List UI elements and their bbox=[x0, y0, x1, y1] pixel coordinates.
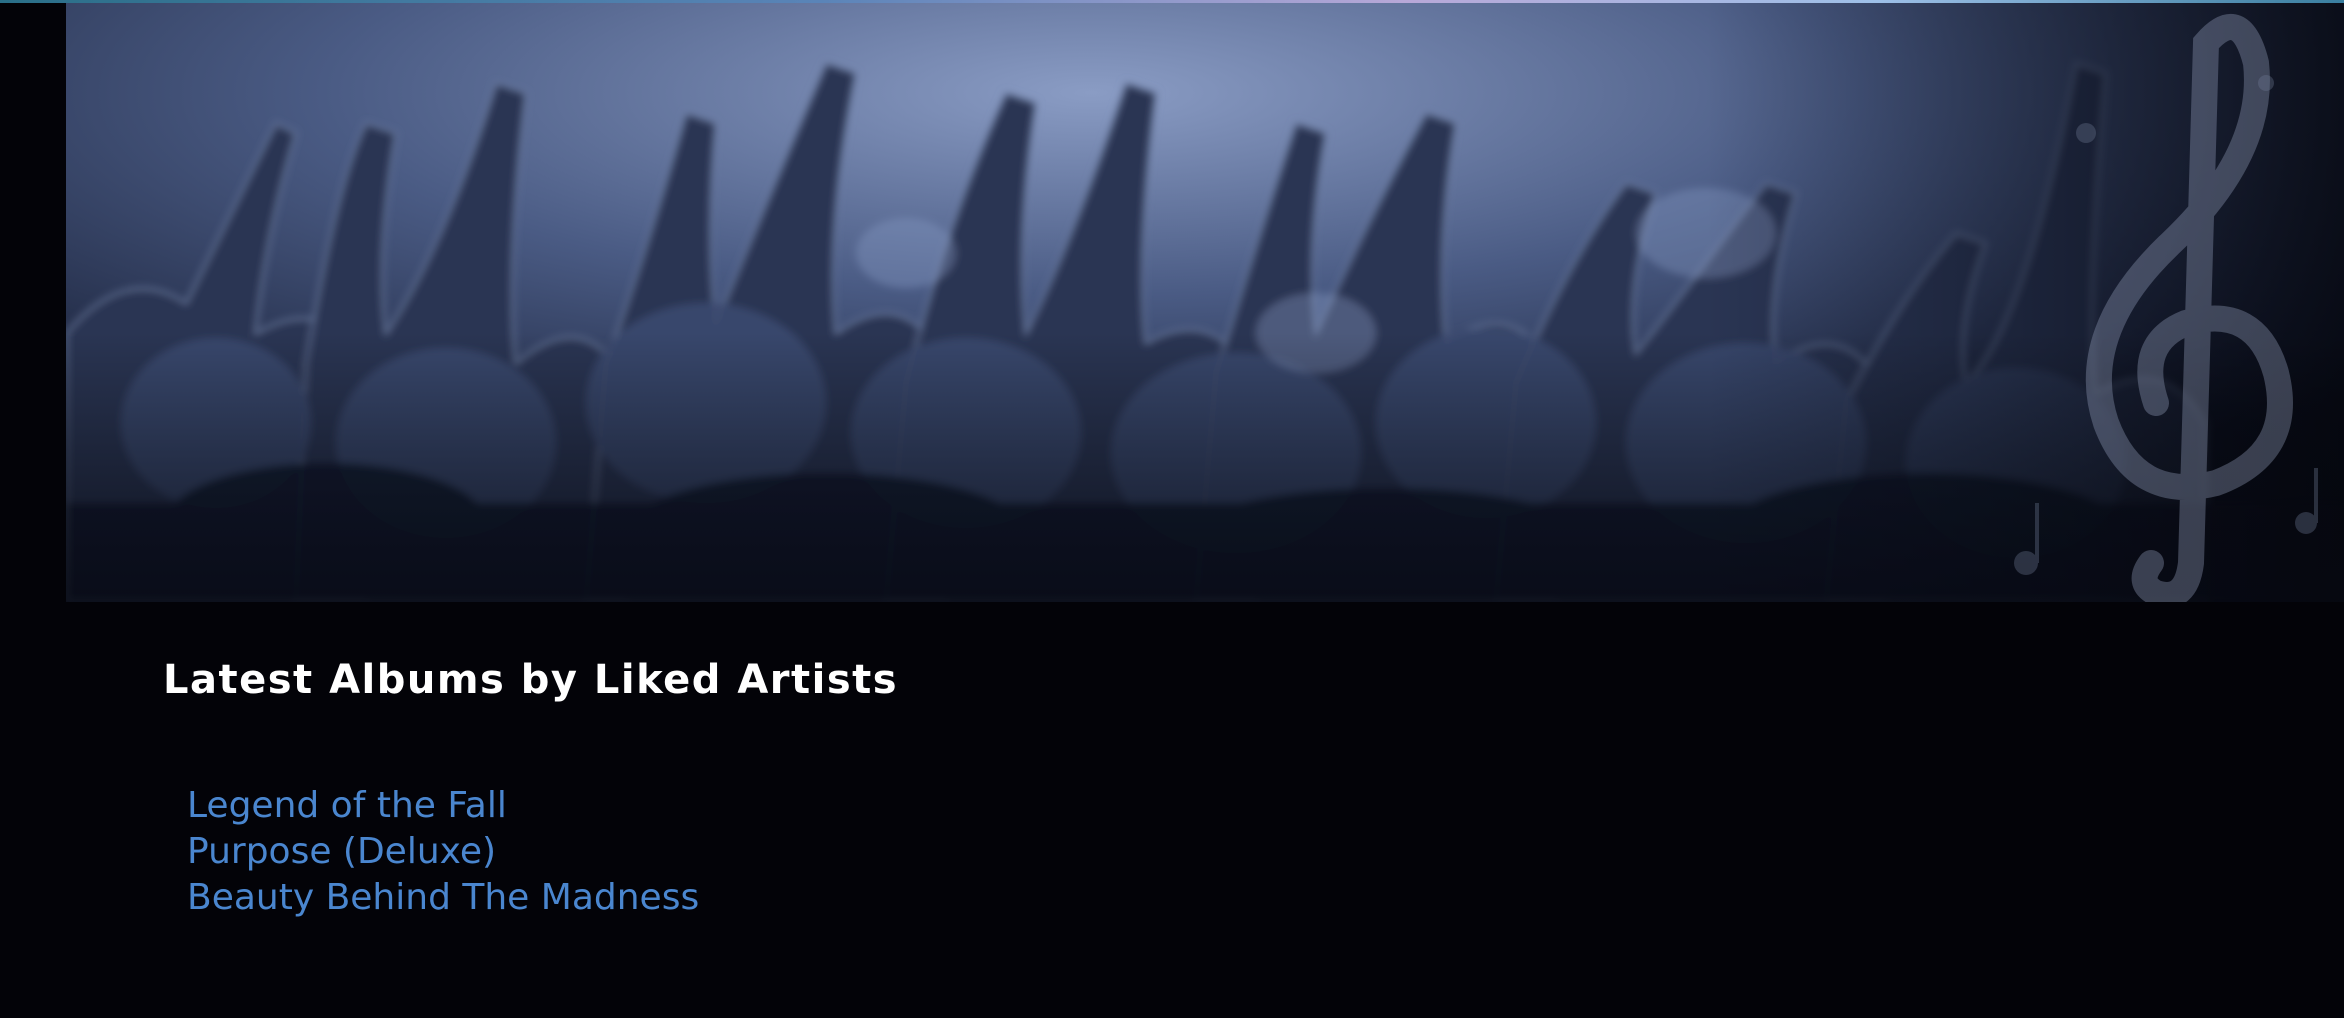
list-item: Legend of the Fall bbox=[187, 783, 699, 829]
album-link[interactable]: Legend of the Fall bbox=[187, 785, 507, 826]
album-link[interactable]: Purpose (Deluxe) bbox=[187, 831, 496, 872]
album-list: Legend of the Fall Purpose (Deluxe) Beau… bbox=[187, 783, 699, 921]
list-item: Beauty Behind The Madness bbox=[187, 875, 699, 921]
hero-banner bbox=[66, 3, 2344, 602]
list-item: Purpose (Deluxe) bbox=[187, 829, 699, 875]
section-title: Latest Albums by Liked Artists bbox=[163, 657, 899, 703]
album-link[interactable]: Beauty Behind The Madness bbox=[187, 877, 699, 918]
concert-crowd-image bbox=[66, 3, 2344, 602]
